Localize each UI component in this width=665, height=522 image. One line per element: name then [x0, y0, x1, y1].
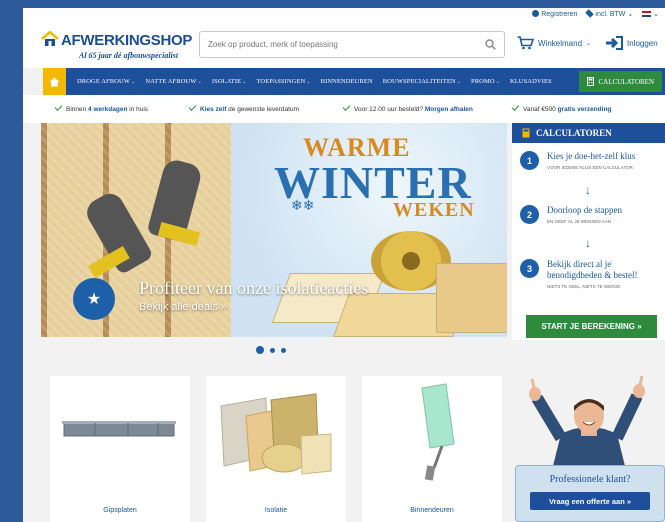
hero-deals-link[interactable]: Bekijk alle deals »: [139, 301, 227, 313]
promo-question: Professionele klant?: [549, 474, 631, 485]
dutch-flag-icon: [642, 11, 652, 17]
utility-bar: Registreren incl. BTW ⌄ ⌄: [23, 8, 665, 22]
nav-label: NATTE AFBOUW: [145, 78, 197, 85]
arrow-down-icon: ↓: [585, 236, 591, 250]
usp-bar: Binnen 4 werkdagen in huis Kies zelf de …: [23, 95, 665, 123]
calculator-step: 2 Doorloop de stappen En geef al je wens…: [520, 205, 622, 224]
nav-label: TOEPASSINGEN: [256, 78, 306, 85]
step-number: 2: [520, 205, 539, 224]
check-icon: [188, 103, 197, 111]
nav-item-binnendeuren[interactable]: BINNENDEUREN: [316, 78, 378, 85]
star-badge-icon: ★: [73, 278, 115, 320]
calculator-step: 3 Bekijk direct al je benodigdheden & be…: [520, 259, 647, 289]
usp-item: Binnen 4 werkdagen in huis: [54, 103, 148, 113]
login-icon: [606, 36, 623, 50]
step-subtitle: Voor iedere klus een calculator: [547, 165, 633, 170]
nav-label: KLUSADVIES: [509, 78, 552, 85]
calculator-panel: CALCULATOREN 1 Kies je doe-het-zelf klus…: [512, 123, 665, 340]
nav-label: ISOLATIE: [211, 78, 242, 85]
professional-customer-promo: Professionele klant? Vraag een offerte a…: [515, 376, 665, 522]
cart-icon: [517, 36, 534, 50]
nav-item-natte-afbouw[interactable]: NATTE AFBOUW⌄: [140, 78, 207, 85]
check-icon: [511, 103, 520, 111]
calculator-step: 1 Kies je doe-het-zelf klus Voor iedere …: [520, 151, 635, 170]
nav-label: BOUWSPECIALITEITEN: [382, 78, 456, 85]
tag-icon: [585, 9, 595, 18]
hero-title: Profiteer van onze isolatieacties: [139, 278, 369, 298]
carousel-dot[interactable]: [256, 346, 264, 354]
search-box: [199, 31, 505, 58]
main-nav: DROGE AFBOUW⌄ NATTE AFBOUW⌄ ISOLATIE⌄ TO…: [43, 68, 665, 95]
check-icon: [342, 103, 351, 111]
nav-item-bouwspecialiteiten[interactable]: BOUWSPECIALITEITEN⌄: [378, 78, 466, 85]
vat-label: incl. BTW: [595, 11, 626, 18]
step-title: Kies je doe-het-zelf klus: [547, 151, 636, 161]
isolatie-image: [220, 393, 332, 475]
usp-item: Kies zelf de gewenste leverdatum: [188, 103, 299, 113]
calculator-icon: [522, 128, 530, 138]
nav-item-droge-afbouw[interactable]: DROGE AFBOUW⌄: [72, 78, 140, 85]
login-label: Inloggen: [627, 38, 658, 48]
category-card-binnendeuren[interactable]: Binnendeuren: [362, 376, 502, 522]
binnendeuren-image: [421, 383, 455, 481]
request-quote-button[interactable]: Vraag een offerte aan »: [530, 492, 650, 510]
step-subtitle: Niets te veel, niets te weinig: [547, 284, 621, 289]
logo-brand: AFWERKINGSHOP: [61, 32, 193, 49]
nav-item-promo[interactable]: PROMO⌄: [466, 78, 505, 85]
carousel-dots: [256, 346, 286, 354]
nav-label: DROGE AFBOUW: [77, 78, 131, 85]
logo-tagline: Al 65 jaar dé afbouwspecialist: [79, 51, 179, 60]
category-label: Binnendeuren: [410, 507, 454, 514]
carousel-dot[interactable]: [281, 347, 286, 353]
page: Registreren incl. BTW ⌄ ⌄ AFWERKINGSHOP …: [23, 8, 665, 522]
language-selector[interactable]: ⌄: [642, 10, 659, 18]
vat-toggle[interactable]: incl. BTW ⌄: [585, 9, 633, 18]
step-title: Doorloop de stappen: [547, 205, 622, 215]
search-input[interactable]: [200, 32, 470, 57]
nav-item-isolatie[interactable]: ISOLATIE⌄: [207, 78, 252, 85]
nav-calculator-label: CALCULATOREN: [598, 77, 654, 86]
nav-item-toepassingen[interactable]: TOEPASSINGEN⌄: [251, 78, 315, 85]
nav-label: PROMO: [471, 78, 495, 85]
gipsplaten-image: [62, 421, 176, 437]
step-title: Bekijk direct al je benodigdheden & best…: [547, 259, 638, 280]
category-label: Gipsplaten: [103, 507, 137, 514]
carousel-dot[interactable]: [270, 347, 275, 353]
usp-item: Vanaf €500 gratis verzending: [511, 103, 611, 113]
calculator-panel-title: CALCULATOREN: [536, 128, 612, 138]
logo[interactable]: AFWERKINGSHOP Al 65 jaar dé afbouwspecia…: [41, 28, 193, 64]
nav-calculator-button[interactable]: CALCULATOREN: [578, 71, 662, 92]
professional-customer-box: Professionele klant? Vraag een offerte a…: [515, 465, 665, 522]
register-link[interactable]: Registreren: [532, 10, 577, 18]
check-icon: [54, 103, 63, 111]
step-number: 1: [520, 151, 539, 170]
hero-headline-3: WEKEN: [393, 199, 475, 221]
nav-item-klusadvies[interactable]: KLUSADVIES: [505, 78, 557, 85]
calculator-icon: [586, 77, 594, 86]
user-icon: [532, 10, 540, 17]
smiling-man-image: [515, 376, 663, 466]
register-label: Registreren: [541, 11, 578, 18]
start-calculation-button[interactable]: START JE BEREKENING »: [526, 315, 657, 338]
step-subtitle: En geef al je wensen aan: [547, 219, 611, 224]
cart-label: Winkelmand: [538, 38, 583, 48]
nav-label: BINNENDEUREN: [320, 78, 373, 85]
home-icon: [49, 77, 60, 86]
arrow-down-icon: ↓: [585, 183, 591, 197]
category-card-isolatie[interactable]: Isolatie: [206, 376, 346, 522]
home-button[interactable]: [43, 68, 66, 95]
category-label: Isolatie: [264, 507, 288, 514]
category-card-gipsplaten[interactable]: Gipsplaten: [50, 376, 190, 522]
usp-item: Voor 12.00 uur besteld? Morgen afhalen: [342, 103, 473, 113]
search-icon[interactable]: [485, 39, 496, 50]
hero-banner[interactable]: WARME WINTER WEKEN ❄❄ ★ Profiteer van on…: [41, 123, 507, 337]
calculator-panel-header: CALCULATOREN: [512, 123, 665, 143]
snowflake-icon: ❄❄: [291, 197, 315, 213]
header: AFWERKINGSHOP Al 65 jaar dé afbouwspecia…: [23, 22, 665, 68]
step-number: 3: [520, 259, 539, 278]
login-button[interactable]: Inloggen: [605, 36, 658, 50]
house-logo-icon: [41, 31, 59, 46]
cart-button[interactable]: Winkelmand ⌄: [517, 36, 591, 50]
